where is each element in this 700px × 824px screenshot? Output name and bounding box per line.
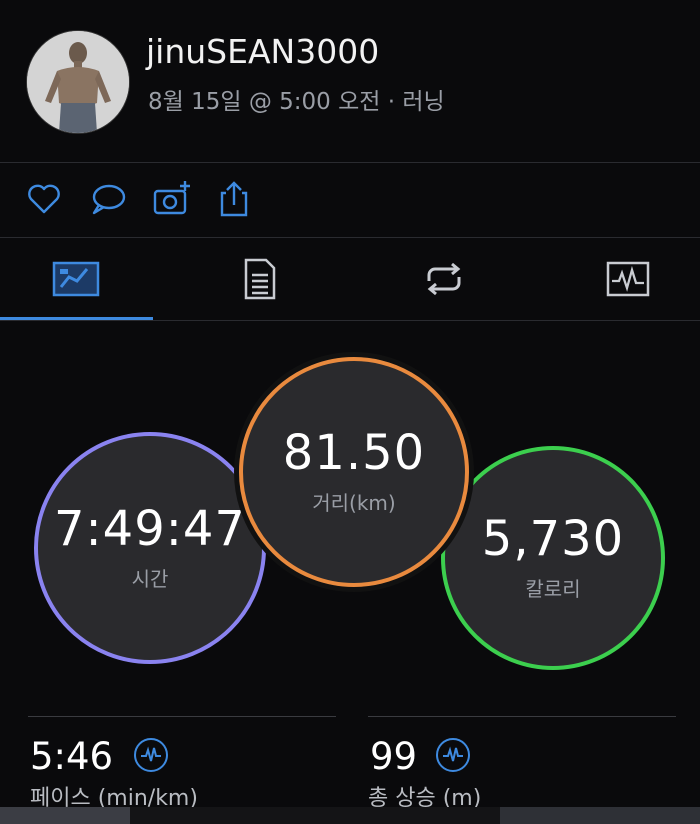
elevation-chart-icon[interactable] bbox=[436, 738, 470, 772]
action-bar bbox=[0, 163, 700, 237]
tab-overview[interactable] bbox=[0, 238, 152, 320]
stat-divider bbox=[28, 716, 336, 717]
tab-details[interactable] bbox=[184, 238, 336, 320]
overview-icon bbox=[52, 261, 100, 297]
preview-image bbox=[0, 807, 130, 824]
share-icon[interactable] bbox=[214, 179, 254, 219]
tab-bar bbox=[0, 238, 700, 320]
heart-icon[interactable] bbox=[24, 179, 64, 219]
divider bbox=[0, 320, 700, 321]
activity-header: jinuSEAN3000 8월 15일 @ 5:00 오전 · 러닝 bbox=[0, 0, 700, 162]
add-photo-icon[interactable] bbox=[152, 179, 192, 219]
preview-image bbox=[500, 807, 700, 824]
details-icon bbox=[244, 258, 276, 300]
time-value: 7:49:47 bbox=[53, 500, 247, 557]
time-label: 시간 bbox=[131, 566, 169, 591]
distance-value: 81.50 bbox=[282, 424, 426, 481]
comment-icon[interactable] bbox=[88, 179, 128, 219]
calories-value: 5,730 bbox=[481, 510, 625, 567]
calories-label: 칼로리 bbox=[525, 576, 581, 601]
activity-subtitle: 8월 15일 @ 5:00 오전 · 러닝 bbox=[148, 89, 445, 115]
username[interactable]: jinuSEAN3000 bbox=[146, 32, 379, 71]
avatar[interactable] bbox=[26, 30, 130, 134]
distance-ring: 81.50 거리(km) bbox=[239, 357, 469, 587]
calories-metric: 5,730 칼로리 bbox=[441, 446, 665, 670]
chart-icon bbox=[606, 261, 650, 297]
tab-charts[interactable] bbox=[552, 238, 700, 320]
pace-value: 5:46 bbox=[30, 735, 114, 778]
pace-chart-icon[interactable] bbox=[134, 738, 168, 772]
elevation-value: 99 bbox=[370, 735, 418, 778]
laps-icon bbox=[427, 262, 461, 296]
distance-metric: 81.50 거리(km) bbox=[234, 352, 474, 592]
tab-laps[interactable] bbox=[368, 238, 520, 320]
avatar-photo bbox=[27, 31, 129, 133]
stat-divider bbox=[368, 716, 676, 717]
time-metric: 7:49:47 시간 bbox=[34, 432, 266, 664]
distance-label: 거리(km) bbox=[312, 490, 396, 515]
